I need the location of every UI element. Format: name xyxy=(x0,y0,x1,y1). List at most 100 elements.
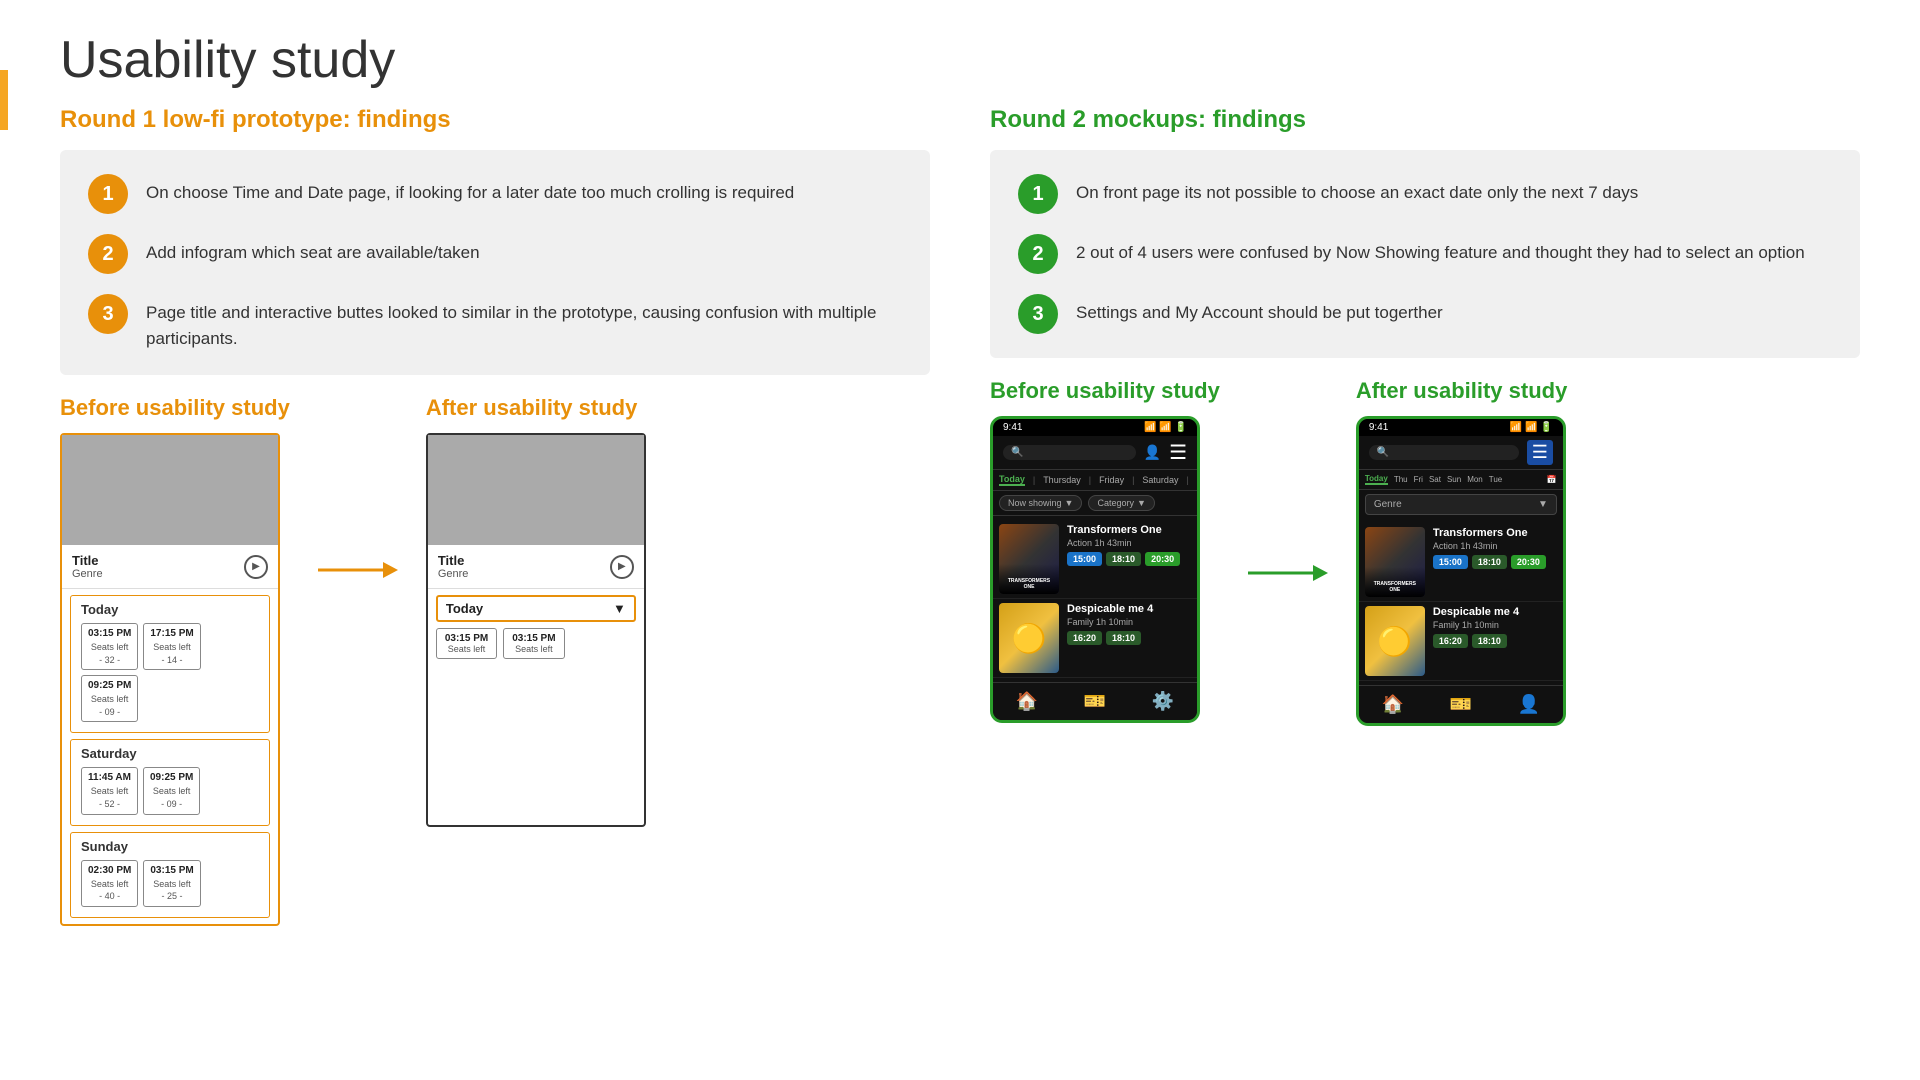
round2-finding-3-num: 3 xyxy=(1018,294,1058,334)
movie-item-despicable[interactable]: 🟡 Despicable me 4 Family 1h 10min 16:20 … xyxy=(993,599,1197,678)
movie-item-transformers[interactable]: TRANSFORMERSONE Transformers One Action … xyxy=(993,520,1197,599)
tab-friday[interactable]: Friday xyxy=(1099,475,1124,485)
bottom-settings-icon[interactable]: ⚙️ xyxy=(1152,691,1174,712)
page-title: Usability study xyxy=(60,30,1860,90)
after-tab-mon[interactable]: Mon xyxy=(1467,475,1483,484)
bottom-home-icon[interactable]: 🏠 xyxy=(1016,691,1038,712)
after-tab-today[interactable]: Today xyxy=(1365,474,1388,485)
wf-time-0315pm[interactable]: 03:15 PM Seats left - 32 - xyxy=(81,623,138,670)
search-icon: 🔍 xyxy=(1011,447,1023,458)
phone-before-nav: 🔍 👤 ☰ xyxy=(993,436,1197,470)
after-movie-despicable[interactable]: 🟡 Despicable me 4 Family 1h 10min 16:20 … xyxy=(1359,602,1563,681)
phone-before-search[interactable]: 🔍 xyxy=(1003,445,1136,460)
after-tab-tue[interactable]: Tue xyxy=(1489,475,1503,484)
finding-1: 1 On choose Time and Date page, if looki… xyxy=(88,174,902,214)
bottom-tickets-icon[interactable]: 🎫 xyxy=(1084,691,1106,712)
despicable-info: Despicable me 4 Family 1h 10min 16:20 18… xyxy=(1067,603,1191,673)
wf-sat-time-0925pm[interactable]: 09:25 PM Seats left - 09 - xyxy=(143,767,200,814)
after-tab-sun[interactable]: Sun xyxy=(1447,475,1461,484)
menu-icon[interactable]: ☰ xyxy=(1169,440,1187,465)
wf-after-time-1[interactable]: 03:15 PM Seats left xyxy=(503,628,564,659)
after-movie-transformers[interactable]: TRANSFORMERSONE Transformers One Action … xyxy=(1359,523,1563,602)
despicable-thumb: 🟡 xyxy=(999,603,1059,673)
wf-sat-time-1145am[interactable]: 11:45 AM Seats left - 52 - xyxy=(81,767,138,814)
round2-finding-1: 1 On front page its not possible to choo… xyxy=(1018,174,1832,214)
round2-finding-2: 2 2 out of 4 users were confused by Now … xyxy=(1018,234,1832,274)
after-bottom-tickets-icon[interactable]: 🎫 xyxy=(1450,694,1472,715)
phone-before-mockup: 9:41 📶 📶 🔋 🔍 👤 ☰ xyxy=(990,416,1200,723)
round1-heading: Round 1 low-fi prototype: findings xyxy=(60,106,930,134)
round2-finding-3-text: Settings and My Account should be put to… xyxy=(1076,294,1443,326)
finding-3-text: Page title and interactive buttes looked… xyxy=(146,294,902,351)
phone-before-block: Before usability study 9:41 📶 📶 🔋 🔍 xyxy=(990,378,1220,723)
category-filter[interactable]: Category ▼ xyxy=(1088,495,1154,511)
wf-sun-time-0230pm[interactable]: 02:30 PM Seats left - 40 - xyxy=(81,860,138,907)
wf-play-button[interactable]: ▶ xyxy=(244,555,268,579)
phone-arrow xyxy=(1230,558,1346,588)
wf-after-times: 03:15 PM Seats left 03:15 PM Seats left xyxy=(436,628,636,659)
wf-after-empty-area xyxy=(428,665,644,825)
tab-saturday[interactable]: Saturday xyxy=(1142,475,1178,485)
tab-thursday[interactable]: Thursday xyxy=(1043,475,1081,485)
phone-after-status: 9:41 📶 📶 🔋 xyxy=(1359,419,1563,436)
after-tab-sat[interactable]: Sat xyxy=(1429,475,1441,484)
wireframe-after: Title Genre ▶ Today ▼ xyxy=(426,433,646,827)
after-bottom-profile-icon[interactable]: 👤 xyxy=(1518,694,1540,715)
after-showtime-despicable-1810[interactable]: 18:10 xyxy=(1472,634,1507,648)
now-showing-filter[interactable]: Now showing ▼ xyxy=(999,495,1082,511)
profile-icon[interactable]: 👤 xyxy=(1144,444,1161,461)
after-tab-fri[interactable]: Fri xyxy=(1414,475,1423,484)
genre-dropdown[interactable]: Genre ▼ xyxy=(1365,494,1557,515)
phone-after-search[interactable]: 🔍 xyxy=(1369,445,1519,460)
showtime-2030[interactable]: 20:30 xyxy=(1145,552,1180,566)
after-despicable-info: Despicable me 4 Family 1h 10min 16:20 18… xyxy=(1433,606,1557,676)
wf-after-dropdown[interactable]: Today ▼ xyxy=(436,595,636,622)
wf-time-1715pm[interactable]: 17:15 PM Seats left - 14 - xyxy=(143,623,200,670)
wireframe-before-block: Before usability study Title Genre ▶ xyxy=(60,395,290,926)
wf-saturday-section: Saturday 11:45 AM Seats left - 52 - 09:2… xyxy=(70,739,270,825)
wf-time-0925pm[interactable]: 09:25 PM Seats left - 09 - xyxy=(81,675,138,722)
round1-findings-box: 1 On choose Time and Date page, if looki… xyxy=(60,150,930,375)
wf-after-gray-image xyxy=(428,435,644,545)
transformers-thumb: TRANSFORMERSONE xyxy=(999,524,1059,594)
wf-today-times: 03:15 PM Seats left - 32 - 17:15 PM Seat… xyxy=(81,623,259,722)
showtime-despicable-1810[interactable]: 18:10 xyxy=(1106,631,1141,645)
phone-ba-row: Before usability study 9:41 📶 📶 🔋 🔍 xyxy=(990,378,1860,726)
wireframe-after-label: After usability study xyxy=(426,395,646,421)
phone-after-mockup: 9:41 📶 📶 🔋 🔍 ☰ Today xyxy=(1356,416,1566,726)
round2-finding-3: 3 Settings and My Account should be put … xyxy=(1018,294,1832,334)
after-showtime-1810[interactable]: 18:10 xyxy=(1472,555,1507,569)
after-menu-icon[interactable]: ☰ xyxy=(1527,440,1553,465)
wf-after-time-0[interactable]: 03:15 PM Seats left xyxy=(436,628,497,659)
wireframe-arrow xyxy=(300,555,416,585)
after-showtime-1500[interactable]: 15:00 xyxy=(1433,555,1468,569)
after-status-time: 9:41 xyxy=(1369,422,1388,433)
phone-after-label: After usability study xyxy=(1356,378,1567,404)
after-transformers-showtimes: 15:00 18:10 20:30 xyxy=(1433,555,1557,569)
finding-1-num: 1 xyxy=(88,174,128,214)
showtime-1500[interactable]: 15:00 xyxy=(1067,552,1102,566)
phone-after-block: After usability study 9:41 📶 📶 🔋 🔍 xyxy=(1356,378,1567,726)
phone-before-label: Before usability study xyxy=(990,378,1220,404)
after-showtime-2030[interactable]: 20:30 xyxy=(1511,555,1546,569)
phone-before-movie-list: TRANSFORMERSONE Transformers One Action … xyxy=(993,516,1197,682)
wireframe-ba-row: Before usability study Title Genre ▶ xyxy=(60,395,930,926)
wireframe-before: Title Genre ▶ Today 03:15 PM Seats xyxy=(60,433,280,926)
wf-after-title-line1: Title xyxy=(438,553,469,568)
wf-after-dropdown-label: Today xyxy=(446,601,483,616)
finding-2-num: 2 xyxy=(88,234,128,274)
orange-accent-bar xyxy=(0,70,8,130)
after-bottom-home-icon[interactable]: 🏠 xyxy=(1382,694,1404,715)
after-tab-thu[interactable]: Thu xyxy=(1394,475,1408,484)
phone-before-filters: Now showing ▼ Category ▼ xyxy=(993,491,1197,516)
wf-after-play-button[interactable]: ▶ xyxy=(610,555,634,579)
showtime-despicable-1620[interactable]: 16:20 xyxy=(1067,631,1102,645)
after-showtime-despicable-1620[interactable]: 16:20 xyxy=(1433,634,1468,648)
showtime-1810[interactable]: 18:10 xyxy=(1106,552,1141,566)
wf-sun-time-0315pm[interactable]: 03:15 PM Seats left - 25 - xyxy=(143,860,200,907)
transformers-info: Transformers One Action 1h 43min 15:00 1… xyxy=(1067,524,1191,594)
wf-title-line2: Genre xyxy=(72,568,103,580)
calendar-icon[interactable]: 📅 xyxy=(1547,475,1557,484)
wf-title-line1: Title xyxy=(72,553,103,568)
tab-today[interactable]: Today xyxy=(999,474,1025,486)
